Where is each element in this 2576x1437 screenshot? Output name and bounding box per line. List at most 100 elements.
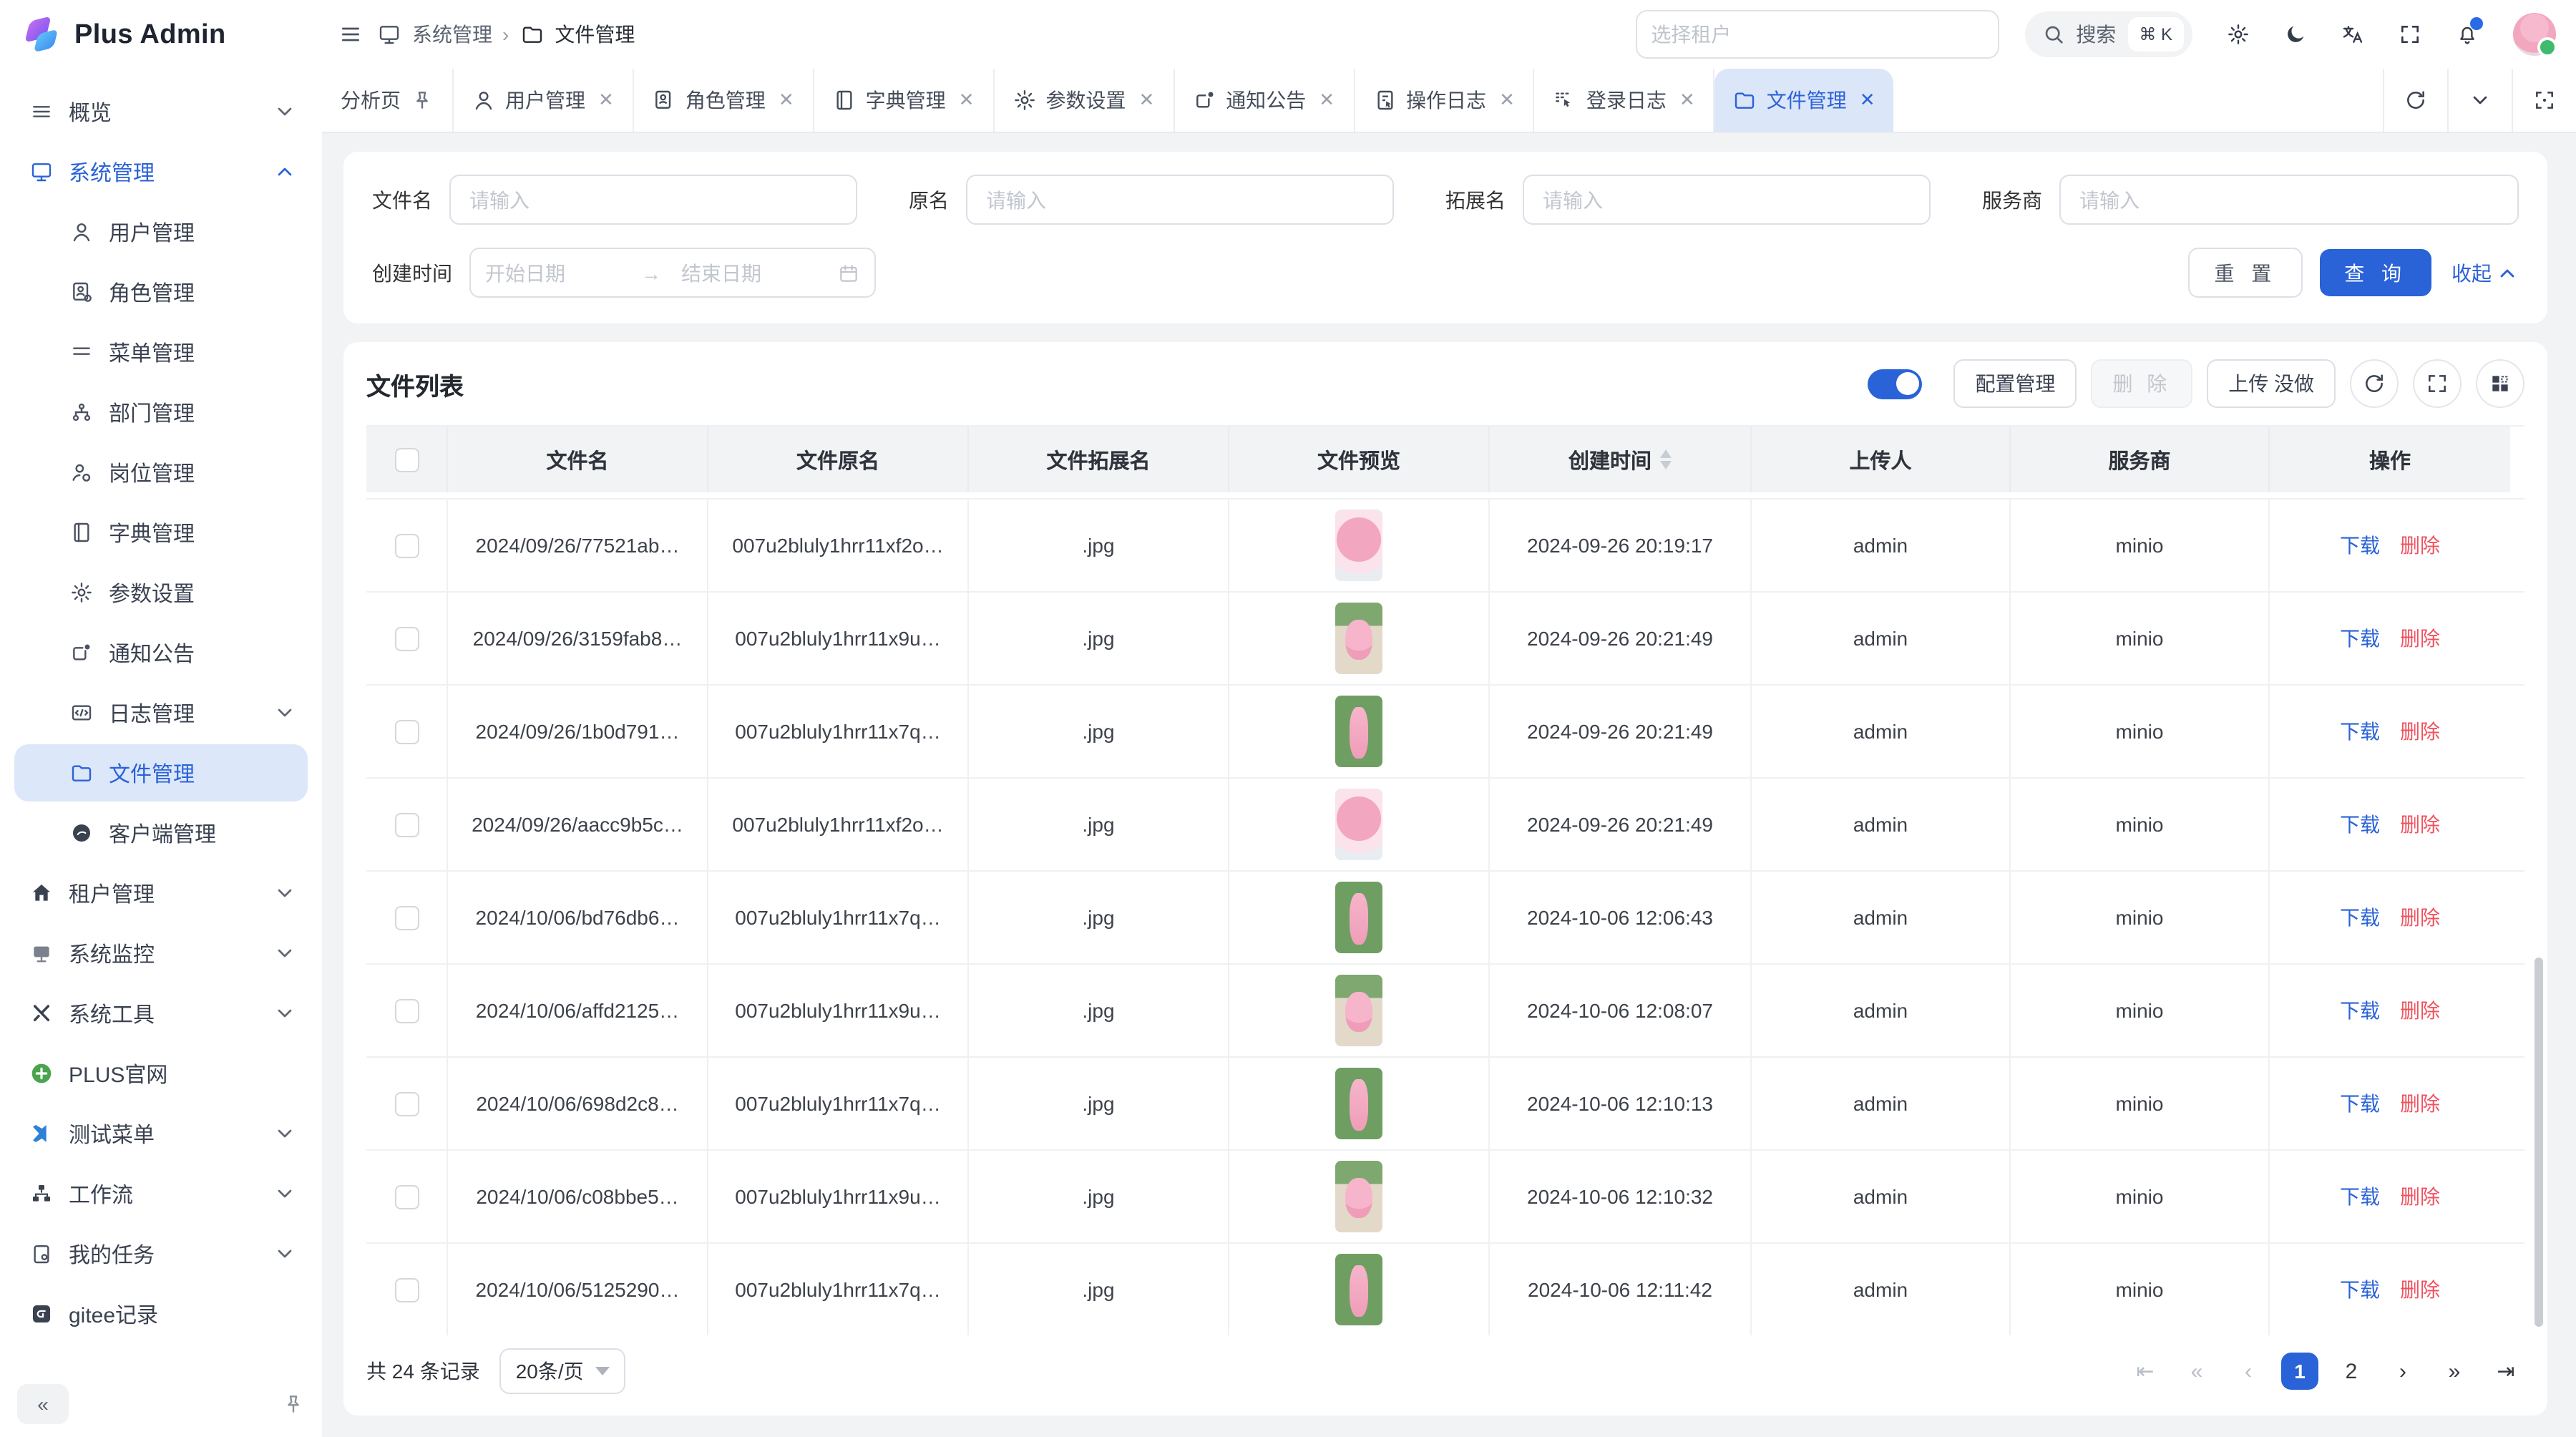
search-button[interactable]: 查 询 bbox=[2320, 249, 2431, 296]
close-icon[interactable]: ✕ bbox=[779, 89, 794, 112]
fullscreen-icon[interactable] bbox=[2399, 23, 2421, 46]
sidebar-item-dept-management[interactable]: 部门管理 bbox=[14, 384, 308, 441]
table-row[interactable]: 2024/09/26/77521ab… 007u2bluly1hrr11xf2o… bbox=[366, 500, 2524, 593]
tab-login-log[interactable]: 登录日志✕ bbox=[1535, 69, 1715, 132]
toolbar-toggle[interactable] bbox=[1868, 369, 1922, 399]
config-management-button[interactable]: 配置管理 bbox=[1953, 359, 2077, 408]
prev-page-button[interactable]: ‹ bbox=[2230, 1353, 2267, 1390]
file-preview-thumbnail[interactable] bbox=[1335, 603, 1382, 674]
file-preview-thumbnail[interactable] bbox=[1335, 975, 1382, 1046]
sidebar-item-system-management[interactable]: 系统管理 bbox=[14, 143, 308, 200]
sidebar-item-param-settings[interactable]: 参数设置 bbox=[14, 564, 308, 621]
file-preview-thumbnail[interactable] bbox=[1335, 1068, 1382, 1139]
jump-forward-button[interactable]: » bbox=[2436, 1353, 2473, 1390]
sidebar-item-system-tools[interactable]: 系统工具 bbox=[14, 985, 308, 1042]
column-settings-grid-icon[interactable] bbox=[2476, 359, 2524, 408]
download-link[interactable]: 下载 bbox=[2340, 1089, 2380, 1118]
provider-input[interactable] bbox=[2077, 187, 2502, 213]
download-link[interactable]: 下载 bbox=[2340, 531, 2380, 560]
sidebar-item-workflow[interactable]: 工作流 bbox=[14, 1165, 308, 1222]
settings-gear-icon[interactable] bbox=[2227, 23, 2250, 46]
col-header-created[interactable]: 创建时间 bbox=[1490, 427, 1752, 492]
table-row[interactable]: 2024/09/26/1b0d791… 007u2bluly1hrr11x7q…… bbox=[366, 686, 2524, 779]
sidebar-collapse-button[interactable]: « bbox=[17, 1384, 69, 1424]
sidebar-item-client-management[interactable]: 客户端管理 bbox=[14, 804, 308, 862]
refresh-button[interactable] bbox=[2350, 359, 2399, 408]
table-row[interactable]: 2024/10/06/698d2c8… 007u2bluly1hrr11x7q…… bbox=[366, 1058, 2524, 1151]
file-preview-thumbnail[interactable] bbox=[1335, 510, 1382, 581]
tabs-more-chevron-button[interactable] bbox=[2447, 69, 2512, 132]
tab-param-settings[interactable]: 参数设置✕ bbox=[994, 69, 1174, 132]
tab-file-management[interactable]: 文件管理✕ bbox=[1715, 69, 1894, 132]
last-page-button[interactable]: ⇥ bbox=[2487, 1353, 2524, 1390]
download-link[interactable]: 下载 bbox=[2340, 717, 2380, 746]
delete-link[interactable]: 删除 bbox=[2400, 996, 2440, 1025]
pin-icon[interactable] bbox=[282, 1393, 305, 1416]
sidebar-item-system-monitor[interactable]: 系统监控 bbox=[14, 925, 308, 982]
delete-link[interactable]: 删除 bbox=[2400, 1089, 2440, 1118]
table-vertical-scrollbar[interactable] bbox=[2534, 958, 2543, 1327]
tab-user-management[interactable]: 用户管理✕ bbox=[454, 69, 634, 132]
user-avatar[interactable] bbox=[2513, 13, 2556, 56]
sidebar-item-my-tasks[interactable]: 我的任务 bbox=[14, 1225, 308, 1282]
delete-link[interactable]: 删除 bbox=[2400, 903, 2440, 932]
filename-input[interactable] bbox=[467, 187, 840, 213]
tab-dict-management[interactable]: 字典管理✕ bbox=[814, 69, 995, 132]
global-search[interactable]: 搜索 ⌘ K bbox=[2024, 11, 2192, 57]
first-page-button[interactable]: ⇤ bbox=[2127, 1353, 2164, 1390]
row-checkbox[interactable] bbox=[394, 1277, 419, 1302]
sidebar-item-user-management[interactable]: 用户管理 bbox=[14, 203, 308, 260]
date-range-picker[interactable]: 开始日期 → 结束日期 bbox=[469, 248, 876, 298]
row-checkbox[interactable] bbox=[394, 1091, 419, 1116]
table-row[interactable]: 2024/10/06/affd2125… 007u2bluly1hrr11x9u… bbox=[366, 965, 2524, 1058]
breadcrumb-level1[interactable]: 系统管理 bbox=[412, 20, 492, 49]
row-checkbox[interactable] bbox=[394, 812, 419, 837]
pin-icon[interactable] bbox=[411, 89, 434, 112]
sidebar-item-dict-management[interactable]: 字典管理 bbox=[14, 504, 308, 561]
sidebar-item-tenant-management[interactable]: 租户管理 bbox=[14, 864, 308, 922]
download-link[interactable]: 下载 bbox=[2340, 1275, 2380, 1304]
download-link[interactable]: 下载 bbox=[2340, 1182, 2380, 1211]
delete-link[interactable]: 删除 bbox=[2400, 624, 2440, 653]
file-preview-thumbnail[interactable] bbox=[1335, 1254, 1382, 1325]
row-checkbox[interactable] bbox=[394, 1184, 419, 1209]
page-size-select[interactable]: 20条/页 bbox=[500, 1348, 625, 1394]
notification-bell-icon[interactable] bbox=[2456, 23, 2479, 46]
tab-role-management[interactable]: 角色管理✕ bbox=[634, 69, 814, 132]
sidebar-item-gitee-records[interactable]: gitee记录 bbox=[14, 1285, 308, 1343]
close-icon[interactable]: ✕ bbox=[1499, 89, 1515, 112]
originname-input[interactable] bbox=[983, 187, 1377, 213]
file-preview-thumbnail[interactable] bbox=[1335, 789, 1382, 860]
select-all-checkbox[interactable] bbox=[394, 447, 419, 472]
sidebar-item-plus-website[interactable]: PLUS官网 bbox=[14, 1045, 308, 1102]
table-row[interactable]: 2024/09/26/3159fab8… 007u2bluly1hrr11x9u… bbox=[366, 593, 2524, 686]
extension-input[interactable] bbox=[1540, 187, 1913, 213]
page-2-button[interactable]: 2 bbox=[2333, 1353, 2370, 1390]
jump-back-button[interactable]: « bbox=[2178, 1353, 2215, 1390]
sidebar-item-test-menu[interactable]: 测试菜单 bbox=[14, 1105, 308, 1162]
delete-link[interactable]: 删除 bbox=[2400, 810, 2440, 839]
close-icon[interactable]: ✕ bbox=[1860, 89, 1875, 112]
sidebar-item-role-management[interactable]: 角色管理 bbox=[14, 263, 308, 321]
delete-link[interactable]: 删除 bbox=[2400, 717, 2440, 746]
content-fullscreen-button[interactable] bbox=[2512, 69, 2576, 132]
tab-notice[interactable]: 通知公告✕ bbox=[1174, 69, 1355, 132]
delete-link[interactable]: 删除 bbox=[2400, 1275, 2440, 1304]
sidebar-item-menu-management[interactable]: 菜单管理 bbox=[14, 323, 308, 381]
table-fullscreen-button[interactable] bbox=[2413, 359, 2462, 408]
download-link[interactable]: 下载 bbox=[2340, 624, 2380, 653]
app-logo[interactable]: Plus Admin bbox=[0, 0, 322, 72]
download-link[interactable]: 下载 bbox=[2340, 810, 2380, 839]
row-checkbox[interactable] bbox=[394, 533, 419, 557]
row-checkbox[interactable] bbox=[394, 905, 419, 930]
sidebar-item-notice[interactable]: 通知公告 bbox=[14, 624, 308, 681]
download-link[interactable]: 下载 bbox=[2340, 996, 2380, 1025]
sort-icon[interactable] bbox=[1660, 449, 1672, 469]
download-link[interactable]: 下载 bbox=[2340, 903, 2380, 932]
close-icon[interactable]: ✕ bbox=[1319, 89, 1335, 112]
next-page-button[interactable]: › bbox=[2384, 1353, 2421, 1390]
sidebar-item-log-management[interactable]: 日志管理 bbox=[14, 684, 308, 741]
delete-link[interactable]: 删除 bbox=[2400, 1182, 2440, 1211]
table-row[interactable]: 2024/10/06/5125290… 007u2bluly1hrr11x7q…… bbox=[366, 1244, 2524, 1335]
tab-operation-log[interactable]: 操作日志✕ bbox=[1355, 69, 1535, 132]
